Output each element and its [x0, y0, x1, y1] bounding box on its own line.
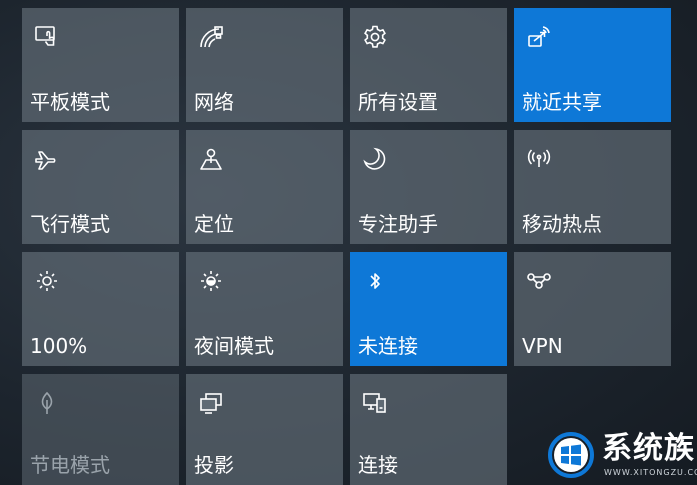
tile-mobile-hotspot[interactable]: 移动热点 — [514, 130, 671, 244]
location-icon — [198, 146, 224, 172]
tile-project[interactable]: 投影 — [186, 374, 343, 485]
windows-logo-icon — [548, 432, 594, 478]
nearby-share-icon — [526, 24, 552, 50]
moon-icon — [362, 146, 388, 172]
tile-all-settings[interactable]: 所有设置 — [350, 8, 507, 122]
tile-label: 移动热点 — [522, 212, 602, 236]
network-icon — [198, 24, 224, 50]
site-watermark: 系统族 WWW.XITONGZU.COM — [548, 430, 697, 480]
tile-vpn[interactable]: VPN — [514, 252, 671, 366]
bluetooth-icon — [362, 268, 388, 294]
night-light-icon — [198, 268, 224, 294]
tile-bluetooth[interactable]: 未连接 — [350, 252, 507, 366]
tile-label: 夜间模式 — [194, 334, 274, 358]
tile-label: 就近共享 — [522, 90, 602, 114]
tile-nearby-share[interactable]: 就近共享 — [514, 8, 671, 122]
tile-location[interactable]: 定位 — [186, 130, 343, 244]
tile-label: VPN — [522, 334, 563, 358]
project-icon — [198, 390, 224, 416]
gear-icon — [362, 24, 388, 50]
tile-tablet-mode[interactable]: 平板模式 — [22, 8, 179, 122]
connect-icon — [362, 390, 388, 416]
tile-label: 未连接 — [358, 334, 418, 358]
tile-focus-assist[interactable]: 专注助手 — [350, 130, 507, 244]
tile-airplane-mode[interactable]: 飞行模式 — [22, 130, 179, 244]
tile-label: 平板模式 — [30, 90, 110, 114]
tile-label: 定位 — [194, 212, 234, 236]
tile-connect[interactable]: 连接 — [350, 374, 507, 485]
tile-brightness[interactable]: 100% — [22, 252, 179, 366]
watermark-text: 系统族 — [602, 431, 695, 466]
watermark-url: WWW.XITONGZU.COM — [604, 468, 697, 477]
tile-network[interactable]: 网络 — [186, 8, 343, 122]
tile-label: 连接 — [358, 453, 398, 477]
tile-label: 所有设置 — [358, 90, 438, 114]
tile-label: 100% — [30, 334, 88, 358]
tablet-mode-icon — [34, 24, 60, 50]
tile-label: 飞行模式 — [30, 212, 110, 236]
vpn-icon — [526, 268, 552, 294]
tile-label: 专注助手 — [358, 212, 438, 236]
brightness-icon — [34, 268, 60, 294]
tile-battery-saver[interactable]: 节电模式 — [22, 374, 179, 485]
hotspot-icon — [526, 146, 552, 172]
tile-label: 节电模式 — [30, 453, 110, 477]
tile-label: 网络 — [194, 90, 234, 114]
tile-night-light[interactable]: 夜间模式 — [186, 252, 343, 366]
action-center-quick-actions: 平板模式 网络 所有设置 就近共享 飞行模式 定位 专注助手 移动热点 100%… — [0, 0, 697, 485]
airplane-icon — [34, 146, 60, 172]
battery-saver-icon — [34, 390, 60, 416]
tile-label: 投影 — [194, 453, 234, 477]
